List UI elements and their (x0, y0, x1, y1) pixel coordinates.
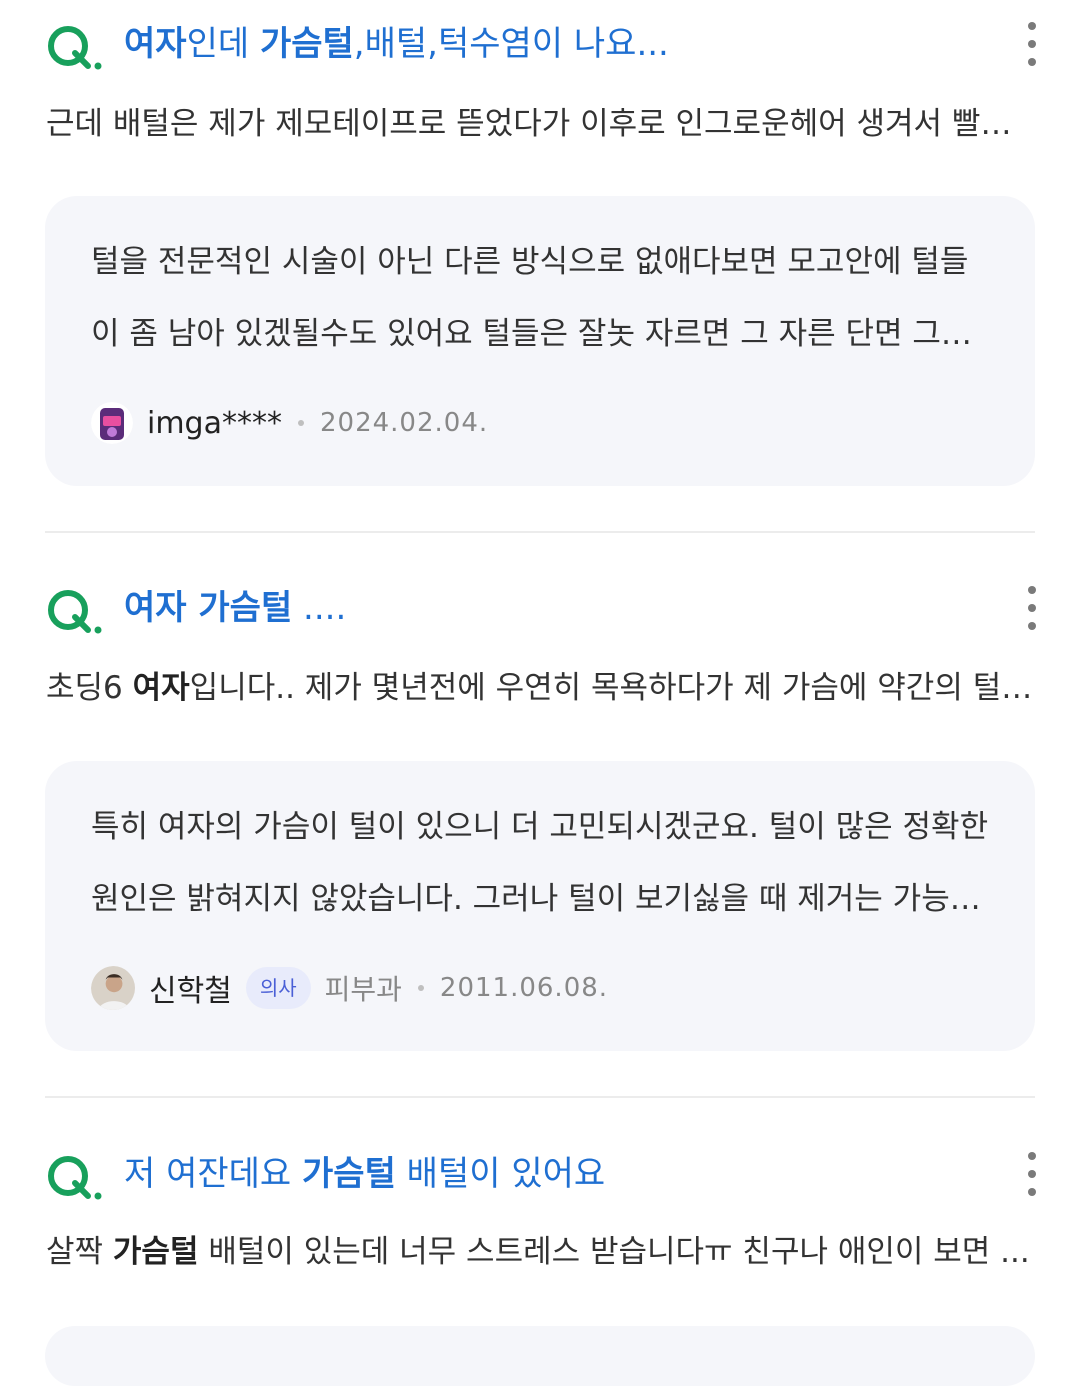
divider (45, 1096, 1035, 1098)
avatar (91, 966, 135, 1010)
text-segment: 입니다.. 제가 몇년전에 우연히 목욕하다가 제 가슴에 약간의 털 ... (189, 670, 1034, 706)
text-segment: 인데 (186, 24, 260, 64)
text-segment: 저 여잔데요 (124, 1154, 303, 1194)
question-description[interactable]: 초딩6 여자입니다.. 제가 몇년전에 우연히 목욕하다가 제 가슴에 약간의 … (46, 666, 1034, 710)
answer-card[interactable] (45, 1326, 1035, 1386)
q-icon (48, 590, 102, 634)
q-icon (48, 26, 102, 70)
answer-date: 2024.02.04. (320, 408, 489, 438)
highlight-text: 가슴털 (259, 24, 354, 64)
answer-date: 2011.06.08. (439, 973, 609, 1003)
answer-text: 털을 전문적인 시술이 아닌 다른 방식으로 없애다보면 모고안에 털들이 좀 … (91, 244, 970, 352)
text-segment: 배털이 있어요 (395, 1154, 606, 1194)
highlight-text: 여자 (124, 24, 187, 64)
text-segment: 살짝 (46, 1234, 113, 1270)
more-vertical-icon[interactable] (1020, 586, 1044, 630)
user-name[interactable]: 신학철 (149, 966, 232, 1010)
answer-card[interactable]: 털을 전문적인 시술이 아닌 다른 방식으로 없애다보면 모고안에 털들이 좀 … (45, 196, 1035, 486)
answer-meta: imga**** 2024.02.04. (91, 399, 488, 447)
more-vertical-icon[interactable] (1020, 1152, 1044, 1196)
highlight-text: 가슴털 (112, 1234, 199, 1270)
question-title[interactable]: 여자 가슴털 .... (124, 586, 1010, 630)
answer-text: 특히 여자의 가슴이 털이 있으니 더 고민되시겠군요. 털이 많은 정확한 원… (91, 809, 989, 917)
question-row[interactable]: 여자 가슴털 .... (0, 578, 1080, 638)
text-segment: ,배털,턱수염이 나요... (353, 24, 669, 64)
avatar (91, 402, 133, 444)
more-vertical-icon[interactable] (1020, 22, 1044, 66)
question-description[interactable]: 살짝 가슴털 배털이 있는데 너무 스트레스 받습니다ㅠ 친구나 애인이 보면 … (46, 1230, 1034, 1274)
user-name[interactable]: imga**** (147, 406, 282, 441)
highlight-text: 가슴털 (302, 1154, 396, 1194)
highlight-text: 여자 가슴털 (124, 588, 293, 628)
separator-dot (417, 985, 424, 991)
text-segment: .... (292, 588, 347, 628)
question-title[interactable]: 저 여잔데요 가슴털 배털이 있어요 (124, 1152, 1010, 1196)
text-segment: 초딩6 (46, 670, 133, 706)
expert-badge: 의사 (245, 967, 311, 1009)
q-icon (48, 1156, 102, 1200)
question-description[interactable]: 근데 배털은 제가 제모테이프로 뜯었다가 이후로 인그로운헤어 생겨서 빨간 … (46, 102, 1034, 146)
divider (45, 531, 1035, 533)
question-row[interactable]: 저 여잔데요 가슴털 배털이 있어요 (0, 1144, 1080, 1204)
text-segment: 배털이 있는데 너무 스트레스 받습니다ㅠ 친구나 애인이 보면 ... (198, 1234, 1030, 1270)
question-title[interactable]: 여자인데 가슴털,배털,턱수염이 나요... (124, 22, 1010, 66)
answer-card[interactable]: 특히 여자의 가슴이 털이 있으니 더 고민되시겠군요. 털이 많은 정확한 원… (45, 761, 1035, 1051)
department: 피부과 (324, 973, 402, 1006)
separator-dot (298, 420, 304, 426)
question-row[interactable]: 여자인데 가슴털,배털,턱수염이 나요... (0, 14, 1080, 74)
text-segment: 근데 배털은 제가 제모테이프로 뜯었다가 이후로 인그로운헤어 생겨서 빨간 … (46, 106, 1034, 142)
highlight-text: 여자 (132, 670, 190, 706)
answer-meta: 신학철 의사 피부과 2011.06.08. (91, 964, 608, 1012)
